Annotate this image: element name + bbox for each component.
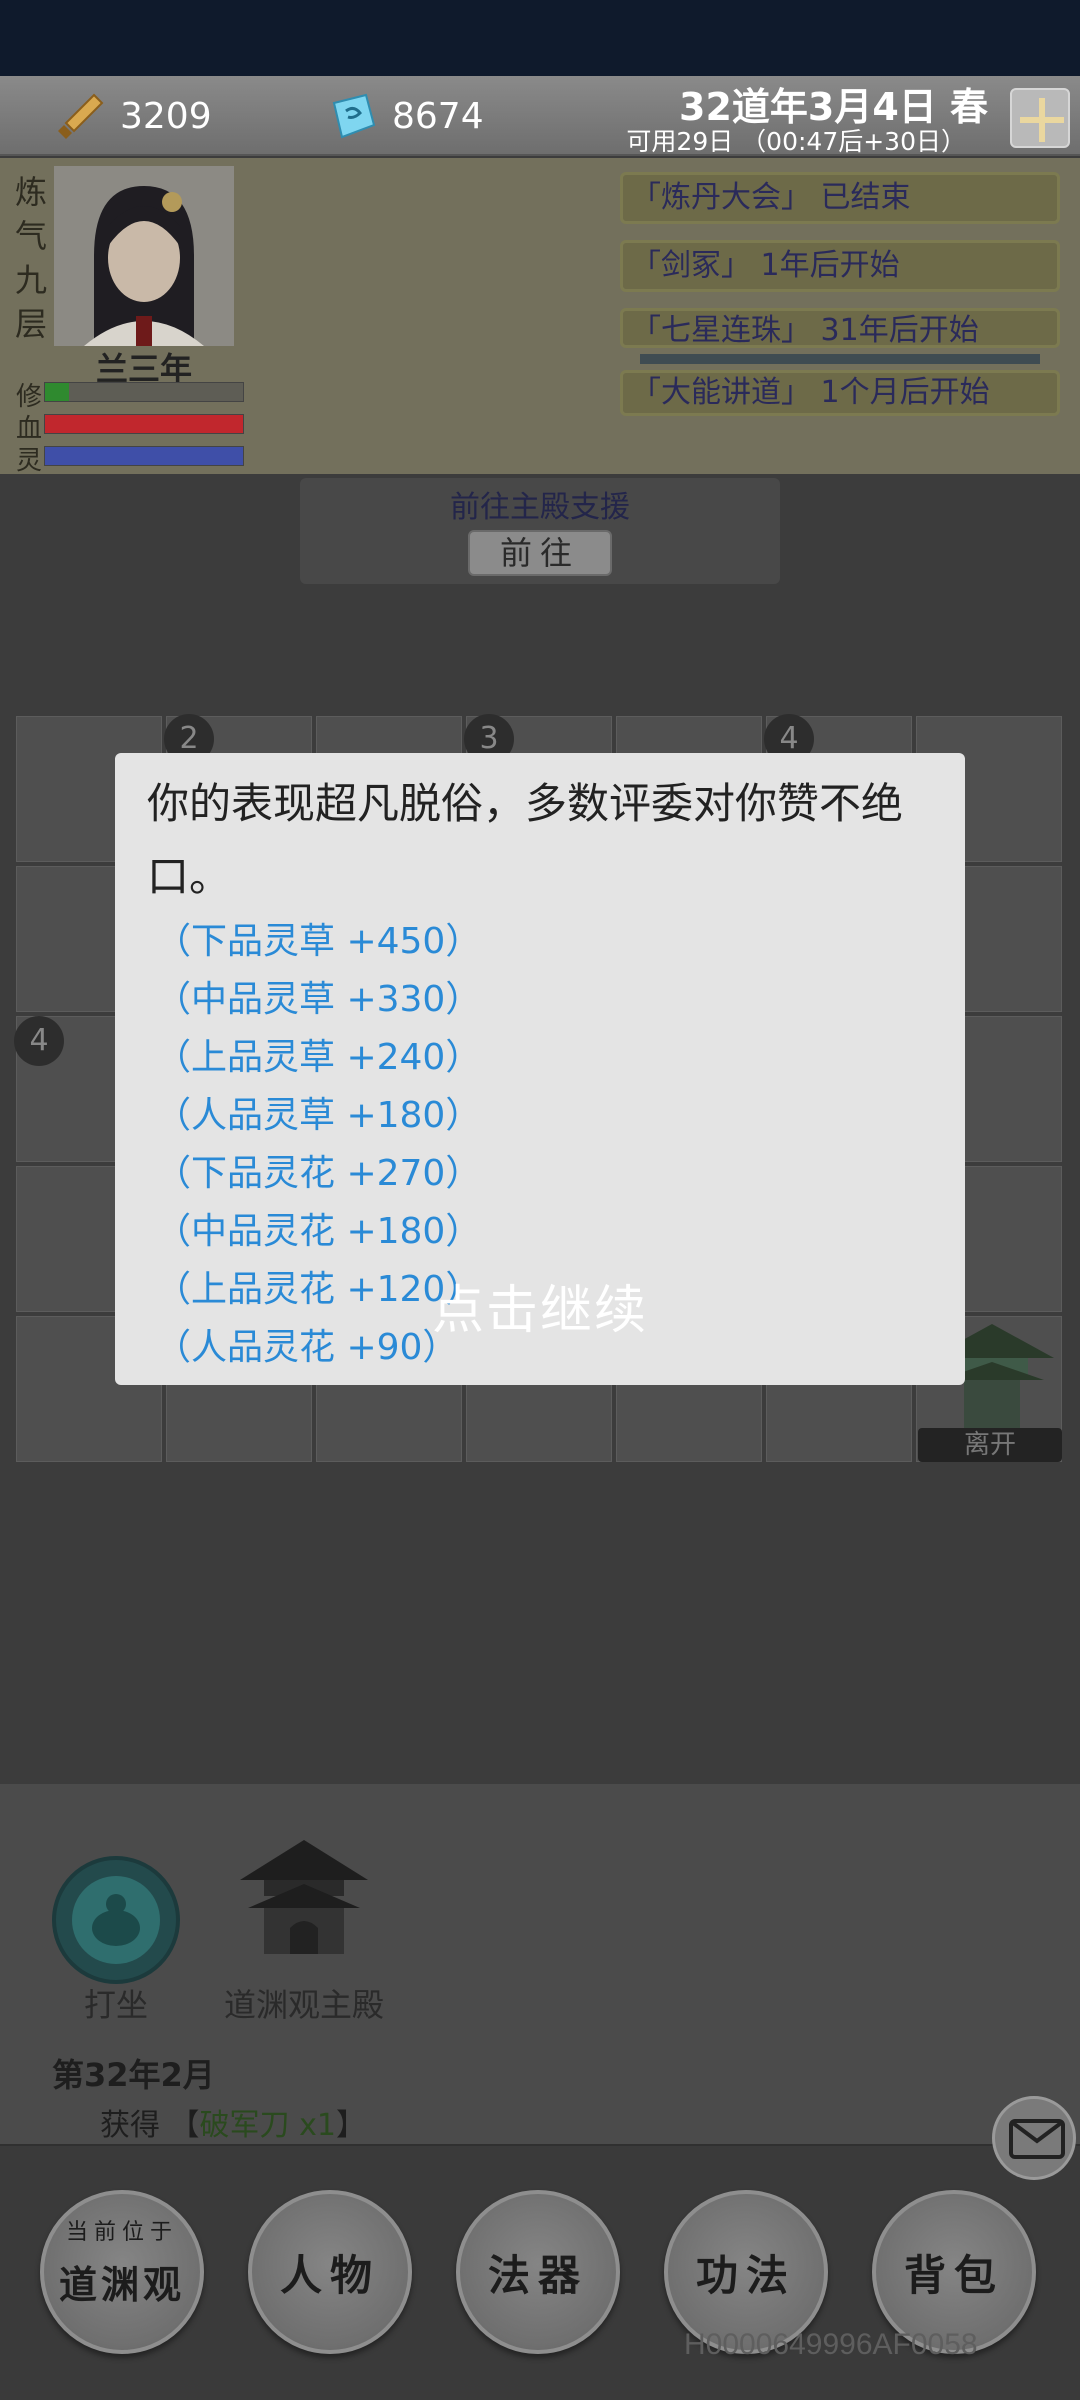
add-time-button[interactable] [1010,88,1070,148]
dialog-message: 你的表现超凡脱俗，多数评委对你赞不绝口。 [147,779,904,901]
mail-icon [1009,2119,1065,2159]
spirit-label: 灵 [16,446,43,476]
sword-icon [58,93,104,139]
realm-char: 层 [14,305,47,343]
mail-button[interactable] [992,2096,1076,2180]
reward-item: （人品灵草 +180） [155,1095,482,1136]
location-button[interactable]: 当前位于 道渊观 [40,2190,204,2354]
log-item: 破军刀 x1 [199,2108,336,2143]
realm-char: 气 [14,217,47,255]
spirit-bar [44,446,244,466]
realm-char: 炼 [14,173,47,211]
event-item[interactable]: 「七星连珠」 31年后开始 [620,308,1060,348]
reward-item: （中品灵花 +180） [155,1211,482,1252]
spirit-fill [45,447,243,465]
reward-item: （下品灵草 +450） [155,921,482,962]
event-item[interactable]: 「炼丹大会」 已结束 [620,172,1060,224]
realm-char: 九 [14,261,47,299]
support-title: 前往主殿支援 [450,490,630,525]
artifacts-button[interactable]: 法器 [456,2190,620,2354]
stone-value: 8674 [392,95,484,137]
reward-item: （中品灵草 +330） [155,979,482,1020]
device-id: H0000649996AF0058 [684,2328,978,2361]
location-caption: 当前位于 [65,2220,178,2245]
character-portrait[interactable] [54,166,234,346]
main-hall-label[interactable]: 道渊观主殿 [204,1980,404,2026]
spirit-stone-icon [332,93,376,139]
log-suffix: 】 [335,2108,366,2143]
log-prefix: 获得 【 [100,2108,200,2143]
event-item[interactable]: 「大能讲道」 1个月后开始 [620,370,1060,416]
cultivation-bar [44,382,244,402]
cultivation-fill [45,383,69,401]
coin-counter: 3209 [54,84,212,148]
health-bar [44,414,244,434]
status-bar [0,0,1080,76]
stone-counter: 8674 [326,84,484,148]
support-box: 前往主殿支援 前往 [300,478,780,584]
reward-item: （下品灵花 +270） [155,1153,482,1194]
coin-value: 3209 [120,95,212,137]
tap-to-continue[interactable]: 点击继续 [0,1268,1080,1343]
activity-panel: 打坐 道渊观主殿 第32年2月 获得 【破军刀 x1】 [0,1784,1080,2144]
character-panel: 炼 气 九 层 兰三年 修 血 灵 「炼丹大会」 已结束 「剑冢」 1年后开始 … [0,158,1080,476]
go-button[interactable]: 前往 [468,530,612,576]
reward-item: （上品灵草 +240） [155,1037,482,1078]
realm-label: 炼 气 九 层 [14,170,48,346]
event-item[interactable]: 「剑冢」 1年后开始 [620,240,1060,292]
event-progress-bar [640,354,1040,364]
log-entry: 获得 【破军刀 x1】 [100,2100,366,2144]
meditate-icon[interactable] [46,1850,186,1990]
character-button[interactable]: 人物 [248,2190,412,2354]
meditate-label[interactable]: 打坐 [40,1980,192,2026]
main-hall-icon[interactable] [234,1824,374,1964]
log-title: 第32年2月 [52,2056,215,2094]
portrait-image [54,166,234,346]
location-name: 道渊观 [58,2262,185,2307]
health-fill [45,415,243,433]
available-days: 可用29日 （00:47后+30日） [626,127,966,156]
resource-bar: 3209 8674 32道年3月4日 春 可用29日 （00:47后+30日） [0,76,1080,156]
leave-label[interactable]: 离开 [918,1428,1062,1462]
map-marker: 4 [14,1016,64,1066]
